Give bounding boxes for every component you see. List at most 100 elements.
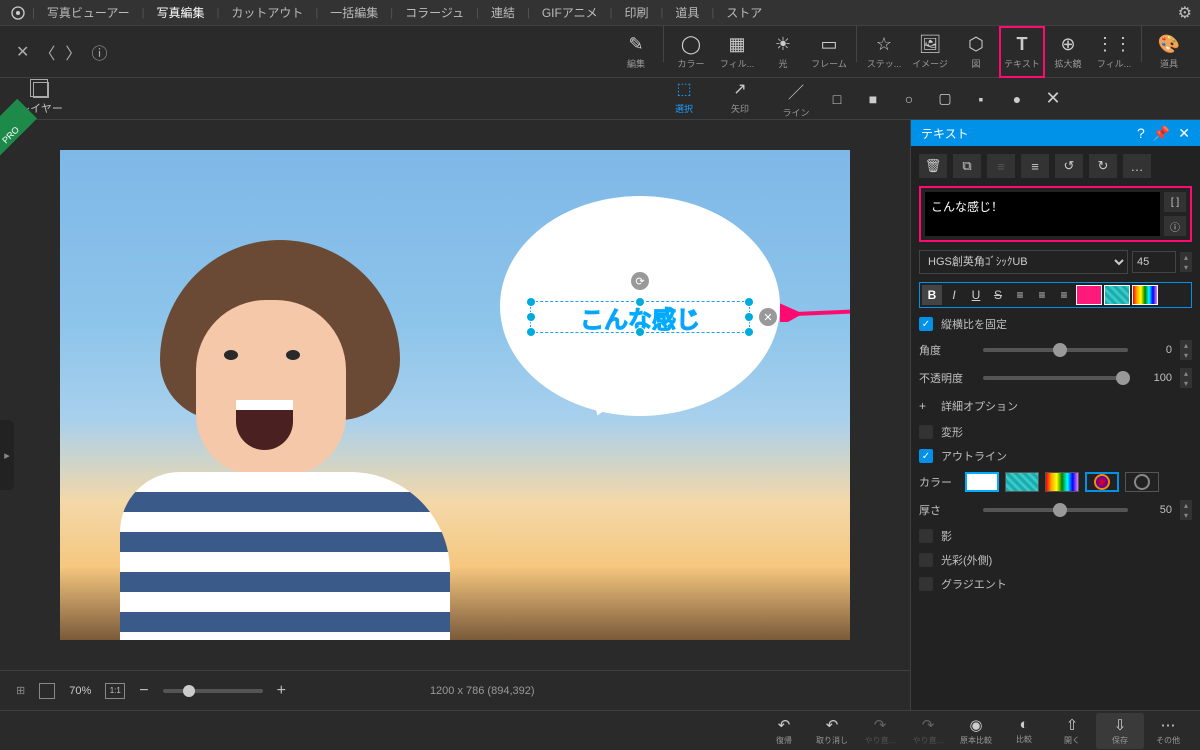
undo-button[interactable]: ↶取り消し xyxy=(808,716,856,746)
settings-icon[interactable]: ⚙ xyxy=(1178,3,1192,23)
nav-gif[interactable]: GIFアニメ xyxy=(534,0,606,25)
transform-checkbox[interactable] xyxy=(919,425,933,439)
zoom-fit-icon[interactable]: 1:1 xyxy=(105,683,125,699)
nav-combine[interactable]: 連結 xyxy=(483,0,523,25)
tool-tools[interactable]: 🎨道具 xyxy=(1146,26,1192,78)
align-right-icon[interactable]: ≡ xyxy=(1021,154,1049,178)
zoom-slider[interactable] xyxy=(163,689,263,693)
more-button[interactable]: ⋯その他 xyxy=(1144,716,1192,746)
open-button[interactable]: ⇧開く xyxy=(1048,716,1096,746)
nav-collage[interactable]: コラージュ xyxy=(397,0,472,25)
nav-batch[interactable]: 一括編集 xyxy=(322,0,386,25)
bold-button[interactable]: B xyxy=(922,285,942,305)
more-icon[interactable]: … xyxy=(1123,154,1151,178)
lock-aspect-checkbox[interactable]: ✓ xyxy=(919,317,933,331)
nav-tools[interactable]: 道具 xyxy=(667,0,707,25)
text-selection-box[interactable]: こんな感じ ⟳ ✕ xyxy=(530,301,750,333)
size-down-icon[interactable]: ▾ xyxy=(1180,262,1192,272)
delete-icon[interactable]: 🗑 xyxy=(919,154,947,178)
info-icon[interactable]: ⓘ xyxy=(91,40,107,64)
tool-color[interactable]: ◯カラー xyxy=(668,26,714,78)
align-left-button[interactable]: ≡ xyxy=(1010,285,1030,305)
outline-swatch-pattern[interactable] xyxy=(1005,472,1039,492)
shape-circle-fill[interactable]: ● xyxy=(1009,91,1025,107)
angle-slider[interactable] xyxy=(983,348,1128,352)
pin-icon[interactable]: 📌 xyxy=(1153,125,1170,142)
shape-square-fill[interactable]: ■ xyxy=(865,91,881,107)
info-button[interactable]: ⓘ xyxy=(1164,216,1186,236)
tool-filter2[interactable]: ⋮⋮フィル... xyxy=(1091,26,1137,78)
subtool-arrow[interactable]: ↗矢印 xyxy=(717,79,763,119)
resize-handle[interactable] xyxy=(526,312,536,322)
sidebar-expand-icon[interactable]: ▸ xyxy=(0,420,14,490)
rotate-handle[interactable]: ⟳ xyxy=(631,272,649,290)
shape-rounded-fill[interactable]: ▪ xyxy=(973,91,989,107)
resize-handle[interactable] xyxy=(744,312,754,322)
compare-button[interactable]: ◐比較 xyxy=(1000,716,1048,745)
align-left-icon[interactable]: ≡ xyxy=(987,154,1015,178)
tool-edit[interactable]: ✎編集 xyxy=(613,26,659,78)
delete-handle[interactable]: ✕ xyxy=(759,308,777,326)
zoom-out-icon[interactable]: − xyxy=(139,682,148,700)
angle-down[interactable]: ▾ xyxy=(1180,350,1192,360)
tool-magnifier[interactable]: ⊕拡大鏡 xyxy=(1045,26,1091,78)
tool-text[interactable]: Tテキスト xyxy=(999,26,1045,78)
glow-checkbox[interactable] xyxy=(919,553,933,567)
outline-swatch-rainbow[interactable] xyxy=(1045,472,1079,492)
color-swatch-rainbow[interactable] xyxy=(1132,285,1158,305)
thickness-slider[interactable] xyxy=(983,508,1128,512)
back-icon[interactable]: 〈 xyxy=(39,40,55,64)
outline-checkbox[interactable]: ✓ xyxy=(919,449,933,463)
color-swatch-pattern[interactable] xyxy=(1104,285,1130,305)
duplicate-icon[interactable]: ⧉ xyxy=(953,154,981,178)
nav-cutout[interactable]: カットアウト xyxy=(223,0,311,25)
font-family-select[interactable]: HGS創英角ｺﾞｼｯｸUB xyxy=(919,250,1128,274)
resize-handle[interactable] xyxy=(635,327,645,337)
resize-handle[interactable] xyxy=(744,297,754,307)
tool-shape[interactable]: ⬡図 xyxy=(953,26,999,78)
resize-handle[interactable] xyxy=(635,297,645,307)
shape-close-icon[interactable]: ✕ xyxy=(1045,91,1061,107)
save-button[interactable]: ⇩保存 xyxy=(1096,713,1144,749)
opacity-down[interactable]: ▾ xyxy=(1180,378,1192,388)
size-up-icon[interactable]: ▴ xyxy=(1180,252,1192,262)
close-icon[interactable]: ✕ xyxy=(16,42,29,62)
speech-bubble[interactable]: こんな感じ ⟳ ✕ xyxy=(500,196,780,416)
resize-handle[interactable] xyxy=(526,297,536,307)
brackets-button[interactable]: [ ] xyxy=(1164,192,1186,212)
color-swatch-pink[interactable] xyxy=(1076,285,1102,305)
strikethrough-button[interactable]: S xyxy=(988,285,1008,305)
resize-handle[interactable] xyxy=(744,327,754,337)
subtool-line[interactable]: ／ライン xyxy=(773,79,819,119)
outline-swatch-white[interactable] xyxy=(965,472,999,492)
tool-filter1[interactable]: ▦フィル... xyxy=(714,26,760,78)
shape-circle-outline[interactable]: ○ xyxy=(901,91,917,107)
revert-button[interactable]: ↶復帰 xyxy=(760,716,808,746)
help-icon[interactable]: ? xyxy=(1137,125,1145,142)
nav-viewer[interactable]: 写真ビューアー xyxy=(39,0,138,25)
shape-rounded-square[interactable]: ▢ xyxy=(937,91,953,107)
gradient-checkbox[interactable] xyxy=(919,577,933,591)
compare-original-button[interactable]: ◉原本比較 xyxy=(952,716,1000,746)
shadow-checkbox[interactable] xyxy=(919,529,933,543)
view-icon[interactable] xyxy=(39,683,55,699)
shape-square-outline[interactable]: □ xyxy=(829,91,845,107)
redo-all-button[interactable]: ↷やり直... xyxy=(904,716,952,746)
angle-up[interactable]: ▴ xyxy=(1180,340,1192,350)
forward-icon[interactable]: 〉 xyxy=(65,40,81,64)
grid-icon[interactable]: ⊞ xyxy=(16,684,25,697)
thick-down[interactable]: ▾ xyxy=(1180,510,1192,520)
tool-light[interactable]: ☀光 xyxy=(760,26,806,78)
tool-frame[interactable]: ▭フレーム xyxy=(806,26,852,78)
outline-swatch-ring-off[interactable] xyxy=(1125,472,1159,492)
underline-button[interactable]: U xyxy=(966,285,986,305)
redo-button[interactable]: ↷やり直... xyxy=(856,716,904,746)
canvas[interactable]: こんな感じ ⟳ ✕ xyxy=(60,150,850,640)
opacity-up[interactable]: ▴ xyxy=(1180,368,1192,378)
font-size-input[interactable] xyxy=(1132,251,1176,273)
italic-button[interactable]: I xyxy=(944,285,964,305)
zoom-in-icon[interactable]: + xyxy=(277,682,286,700)
align-center-button[interactable]: ≡ xyxy=(1032,285,1052,305)
rotate-cw-icon[interactable]: ↻ xyxy=(1089,154,1117,178)
opacity-slider[interactable] xyxy=(983,376,1128,380)
